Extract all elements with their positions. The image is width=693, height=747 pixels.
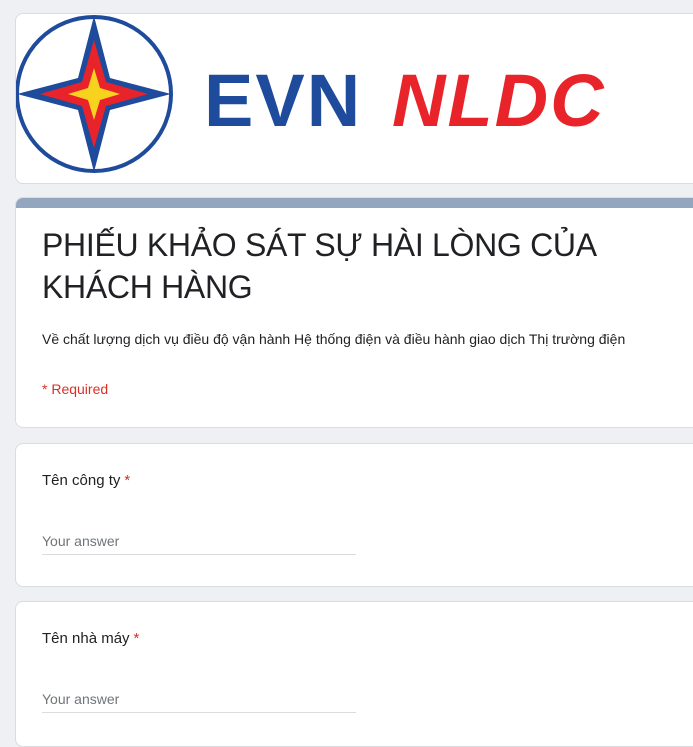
plant-name-input[interactable] bbox=[42, 686, 356, 713]
question-label: Tên nhà máy * bbox=[42, 630, 139, 647]
form-title: PHIẾU KHẢO SÁT SỰ HÀI LÒNG CỦA KHÁCH HÀN… bbox=[42, 227, 595, 305]
question-label-text: Tên nhà máy bbox=[42, 630, 130, 647]
form-accent-bar bbox=[16, 198, 693, 208]
question-card-company: Tên công ty * bbox=[15, 443, 693, 587]
evn-nldc-logo: EVN NLDC bbox=[16, 15, 606, 173]
form-header-card: PHIẾU KHẢO SÁT SỰ HÀI LÒNG CỦA KHÁCH HÀN… bbox=[15, 197, 693, 428]
company-name-input[interactable] bbox=[42, 528, 356, 555]
question-card-plant: Tên nhà máy * bbox=[15, 601, 693, 747]
question-label: Tên công ty * bbox=[42, 472, 130, 489]
required-star: * bbox=[133, 630, 140, 647]
brand-evn-text: EVN bbox=[204, 59, 362, 142]
brand-nldc-text: NLDC bbox=[392, 59, 606, 142]
question-label-text: Tên công ty bbox=[42, 472, 121, 489]
required-star: * bbox=[124, 472, 131, 489]
required-note: * Required bbox=[42, 381, 109, 397]
form-description: Về chất lượng dịch vụ điều độ vận hành H… bbox=[42, 331, 626, 347]
evn-star-logo-icon bbox=[16, 15, 173, 173]
header-banner: EVN NLDC bbox=[15, 13, 693, 184]
